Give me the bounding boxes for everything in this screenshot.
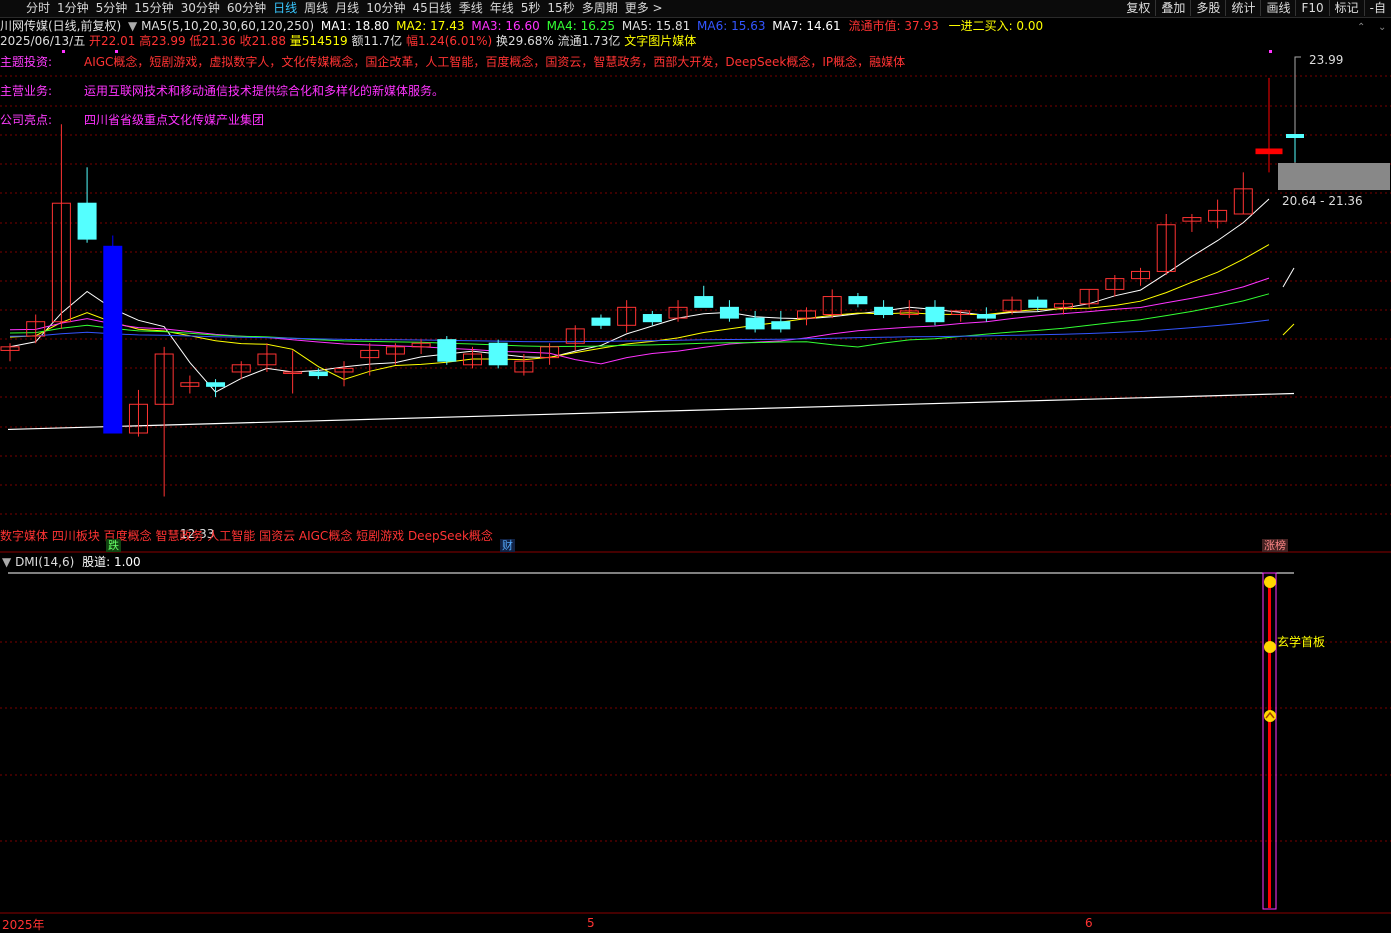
signal-dot-1: [115, 50, 118, 53]
candle-body-4: [103, 245, 123, 434]
candle-28: [719, 300, 739, 322]
projected-candle: [1286, 134, 1304, 138]
candle-13: [334, 361, 354, 387]
marker-cai[interactable]: 财: [500, 539, 515, 552]
ma10-extension: [1282, 323, 1295, 336]
smiley-icon: [1264, 641, 1276, 653]
concept-tags: 数字媒体 四川板块 百度概念 智慧政务 人工智能 国资云 AIGC概念 短剧游戏…: [0, 529, 493, 543]
candle-24: [617, 300, 637, 333]
signal-dot-2: [1269, 50, 1272, 53]
candle-7: [180, 375, 200, 394]
candle-49: [1255, 77, 1283, 173]
candle-21: [540, 343, 560, 365]
candle-35: [899, 300, 919, 319]
candle-45: [1156, 213, 1176, 276]
axis-june-label: 6: [1085, 916, 1093, 930]
candle-27: [694, 285, 714, 308]
price-range-label: 20.64 - 21.36: [1282, 194, 1363, 208]
signal-dot-0: [62, 50, 65, 53]
candle-40: [1028, 296, 1048, 311]
candle-29: [745, 310, 765, 333]
candle-body-12: [308, 371, 328, 377]
candle-36: [925, 300, 945, 326]
candle-body-25: [642, 314, 662, 323]
indicator-header: ▼ DMI(14,6) 股道: 1.00: [2, 555, 141, 569]
candle-body-17: [437, 339, 457, 362]
candle-14: [360, 343, 380, 376]
candle-body-3: [77, 202, 97, 240]
candle-32: [822, 289, 842, 319]
candle-2: [51, 124, 71, 329]
candle-body-49: [1255, 148, 1283, 155]
candle-38: [976, 307, 996, 322]
ma-line-250: [7, 392, 1295, 431]
candle-8: [206, 379, 226, 398]
candle-body-27: [694, 296, 714, 308]
marker-die[interactable]: 跌: [106, 539, 121, 552]
candle-body-34: [874, 306, 894, 316]
money-bag-icon: [1264, 576, 1276, 588]
axis-may-label: 5: [587, 916, 595, 930]
indicator-title: DMI(14,6): [15, 555, 75, 569]
candle-26: [668, 300, 688, 322]
candle-43: [1105, 275, 1125, 297]
dmi-bar-fill: [1268, 580, 1271, 908]
candle-body-29: [745, 317, 765, 330]
candle-11: [283, 350, 303, 394]
candle-30: [771, 310, 791, 333]
xuanxue-annotation: 玄学首板: [1277, 635, 1326, 649]
candle-41: [1053, 300, 1073, 315]
candle-47: [1208, 199, 1228, 229]
candle-23: [591, 314, 611, 329]
marker-zhangbang[interactable]: 涨榜: [1262, 539, 1288, 552]
high-marker-line: [1294, 56, 1301, 165]
candle-48: [1233, 172, 1253, 215]
candle-body-23: [591, 317, 611, 326]
candle-body-8: [206, 382, 226, 387]
candle-44: [1131, 267, 1151, 286]
candle-body-28: [719, 306, 739, 319]
gray-range-box: [1278, 163, 1390, 190]
high-price-label: 23.99: [1309, 53, 1344, 67]
indicator-value: 股道: 1.00: [82, 555, 141, 569]
candles: [0, 77, 1283, 497]
candle-5: [128, 389, 148, 437]
candle-25: [642, 310, 662, 326]
candle-6: [154, 346, 174, 497]
chart-grid: [0, 75, 1391, 914]
candle-33: [848, 292, 868, 308]
candle-body-36: [925, 306, 945, 323]
candle-19: [488, 339, 508, 369]
ma-line-60: [9, 319, 1270, 343]
candle-body-33: [848, 296, 868, 305]
candle-body-40: [1028, 299, 1048, 308]
kline-chart[interactable]: [0, 0, 1391, 929]
candle-body-38: [976, 314, 996, 319]
candle-body-19: [488, 342, 508, 366]
candle-37: [951, 310, 971, 322]
axis-year-label: 2025年: [2, 918, 45, 932]
candle-17: [437, 336, 457, 365]
candle-34: [874, 300, 894, 319]
ma5-extension: [1282, 267, 1295, 288]
candle-4: [103, 235, 123, 434]
candle-3: [77, 167, 97, 243]
indicator-collapse-icon[interactable]: ▼: [2, 555, 11, 569]
indicator-panel: [8, 572, 1294, 910]
candle-body-30: [771, 321, 791, 330]
